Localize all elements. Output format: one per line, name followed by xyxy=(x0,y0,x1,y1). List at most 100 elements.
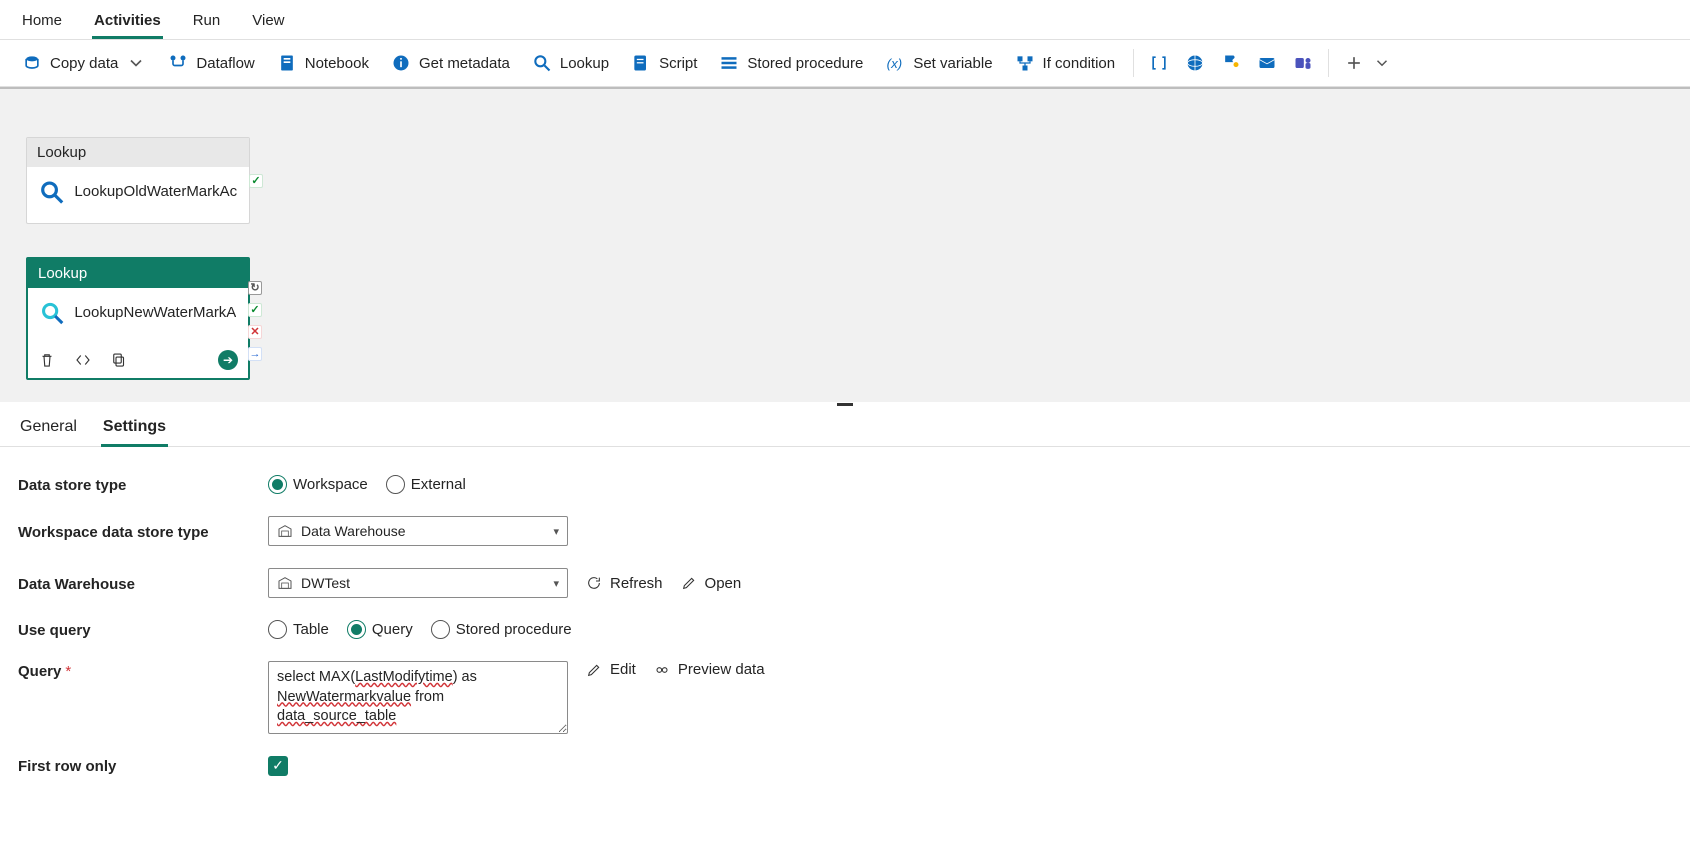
property-tabs: General Settings xyxy=(0,402,1690,447)
code-icon[interactable] xyxy=(74,351,92,369)
radio-stored-procedure[interactable]: Stored procedure xyxy=(431,620,572,639)
action-open-label: Open xyxy=(705,575,742,592)
checkbox-first-row-only[interactable]: ✓ xyxy=(268,756,288,776)
panel-resize-handle[interactable] xyxy=(837,403,853,406)
teams-icon xyxy=(1293,53,1313,73)
radio-table[interactable]: Table xyxy=(268,620,329,639)
tab-home[interactable]: Home xyxy=(20,8,64,39)
tool-add[interactable] xyxy=(1337,46,1371,80)
prop-tab-general[interactable]: General xyxy=(18,412,79,446)
tab-activities[interactable]: Activities xyxy=(92,8,163,39)
branch-icon xyxy=(1015,53,1035,73)
brackets-icon xyxy=(1149,53,1169,73)
label-query: Query* xyxy=(18,661,268,680)
delete-icon[interactable] xyxy=(38,351,56,369)
flow-icon xyxy=(168,53,188,73)
action-open[interactable]: Open xyxy=(681,575,742,592)
tool-stored-procedure[interactable]: Stored procedure xyxy=(709,49,873,77)
tab-run[interactable]: Run xyxy=(191,8,223,39)
tool-lookup[interactable]: Lookup xyxy=(522,49,619,77)
svg-text:(x): (x) xyxy=(887,56,903,71)
action-preview-data[interactable]: Preview data xyxy=(654,661,765,678)
activities-toolbar: Copy data Dataflow Notebook Get metadata… xyxy=(0,40,1690,87)
tool-extra-1[interactable] xyxy=(1142,46,1176,80)
outcome-success-icon[interactable]: ✓ xyxy=(248,303,262,317)
search-icon xyxy=(39,177,64,207)
tool-notebook-label: Notebook xyxy=(305,55,369,72)
top-tabs: Home Activities Run View xyxy=(0,0,1690,40)
tool-copy-data-label: Copy data xyxy=(50,55,118,72)
radio-query-label: Query xyxy=(372,621,413,638)
settings-form: Data store type Workspace External Works… xyxy=(0,447,1690,828)
radio-query[interactable]: Query xyxy=(347,620,413,639)
edit-icon xyxy=(586,662,602,678)
search-icon xyxy=(40,298,64,328)
variable-icon: (x) xyxy=(885,53,905,73)
select-value: Data Warehouse xyxy=(301,523,406,539)
action-refresh-label: Refresh xyxy=(610,575,663,592)
tool-extra-5[interactable] xyxy=(1286,46,1320,80)
tool-script[interactable]: Script xyxy=(621,49,707,77)
select-workspace-data-store-type[interactable]: Data Warehouse ▾ xyxy=(268,516,568,546)
prop-tab-settings[interactable]: Settings xyxy=(101,412,168,446)
label-data-store-type: Data store type xyxy=(18,475,268,494)
tool-set-variable[interactable]: (x) Set variable xyxy=(875,49,1002,77)
tool-extra-2[interactable] xyxy=(1178,46,1212,80)
search-icon xyxy=(532,53,552,73)
chevron-down-icon xyxy=(1373,53,1391,73)
activity-card-footer: ➔ xyxy=(28,344,248,378)
warehouse-icon xyxy=(277,575,293,591)
action-preview-label: Preview data xyxy=(678,661,765,678)
activity-card-lookup-new[interactable]: Lookup LookupNewWaterMarkActivity ➔ ↻ ✓ … xyxy=(26,257,250,380)
tool-script-label: Script xyxy=(659,55,697,72)
outcome-retry-icon[interactable]: ↻ xyxy=(248,281,262,295)
pipeline-canvas[interactable]: Lookup LookupOldWaterMarkActivity ✓ Look… xyxy=(0,87,1690,402)
tool-get-metadata[interactable]: Get metadata xyxy=(381,49,520,77)
database-icon xyxy=(22,53,42,73)
chevron-down-icon xyxy=(126,53,146,73)
refresh-icon xyxy=(586,575,602,591)
chevron-down-icon: ▾ xyxy=(553,525,559,538)
activity-card-lookup-old[interactable]: Lookup LookupOldWaterMarkActivity ✓ xyxy=(26,137,250,224)
tool-notebook[interactable]: Notebook xyxy=(267,49,379,77)
toolbar-separator xyxy=(1133,49,1134,77)
outcome-skip-icon[interactable]: → xyxy=(248,347,262,361)
tool-add-more[interactable] xyxy=(1373,46,1391,80)
query-textarea[interactable]: select MAX(LastModifytime) asNewWatermar… xyxy=(268,661,568,734)
toolbar-separator-2 xyxy=(1328,49,1329,77)
script-icon xyxy=(631,53,651,73)
chevron-down-icon: ▾ xyxy=(553,577,559,590)
tool-copy-data[interactable]: Copy data xyxy=(12,49,156,77)
tab-view[interactable]: View xyxy=(250,8,286,39)
tool-dataflow[interactable]: Dataflow xyxy=(158,49,264,77)
label-workspace-data-store-type: Workspace data store type xyxy=(18,522,268,541)
action-edit-query[interactable]: Edit xyxy=(586,661,636,678)
radio-workspace[interactable]: Workspace xyxy=(268,475,368,494)
select-data-warehouse[interactable]: DWTest ▾ xyxy=(268,568,568,598)
select-value: DWTest xyxy=(301,575,350,591)
run-icon[interactable]: ➔ xyxy=(218,350,238,370)
globe-icon xyxy=(1185,53,1205,73)
tool-extra-3[interactable] xyxy=(1214,46,1248,80)
action-refresh[interactable]: Refresh xyxy=(586,575,663,592)
outcome-fail-icon[interactable]: ✕ xyxy=(248,325,262,339)
activity-name: LookupOldWaterMarkActivity xyxy=(74,183,237,202)
outcome-success-icon[interactable]: ✓ xyxy=(249,174,263,188)
radio-workspace-label: Workspace xyxy=(293,476,368,493)
activity-outcomes: ↻ ✓ ✕ → xyxy=(248,281,262,361)
tool-if-condition[interactable]: If condition xyxy=(1005,49,1126,77)
plus-icon xyxy=(1344,53,1364,73)
label-use-query: Use query xyxy=(18,620,268,639)
mail-icon xyxy=(1257,53,1277,73)
radio-external[interactable]: External xyxy=(386,475,466,494)
activity-type-label: Lookup xyxy=(27,138,249,167)
activity-outcomes: ✓ xyxy=(249,174,263,188)
copy-icon[interactable] xyxy=(110,351,128,369)
tool-stored-procedure-label: Stored procedure xyxy=(747,55,863,72)
action-edit-label: Edit xyxy=(610,661,636,678)
radio-sp-label: Stored procedure xyxy=(456,621,572,638)
flag-icon xyxy=(1221,53,1241,73)
tool-extra-4[interactable] xyxy=(1250,46,1284,80)
label-data-warehouse: Data Warehouse xyxy=(18,574,268,593)
tool-get-metadata-label: Get metadata xyxy=(419,55,510,72)
